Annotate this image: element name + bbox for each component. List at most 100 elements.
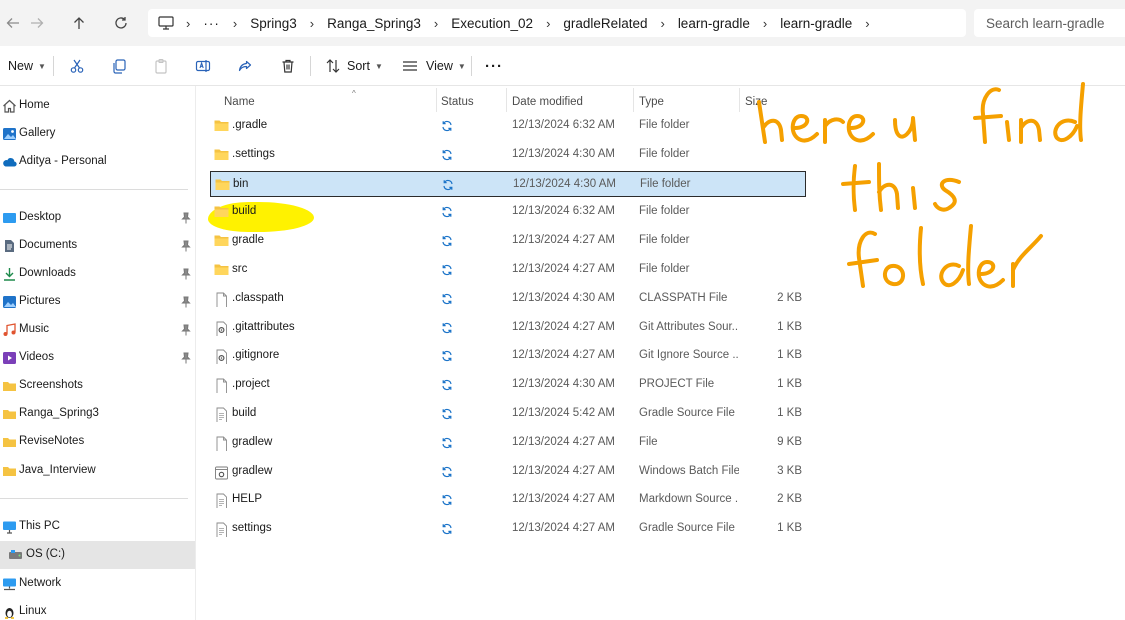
column-divider[interactable] xyxy=(436,88,437,112)
settings-file-icon xyxy=(216,349,227,365)
file-name[interactable]: .project xyxy=(232,378,270,390)
file-row[interactable]: settings 12/13/2024 4:27 AM Gradle Source … xyxy=(210,516,806,542)
file-row[interactable]: gradlew 12/13/2024 4:27 AM Windows Batch F… xyxy=(210,459,806,485)
breadcrumb-item[interactable]: Ranga_Spring3 xyxy=(327,16,421,31)
sidebar-item-desktop[interactable]: Desktop xyxy=(0,204,195,232)
sidebar-item-music[interactable]: Music xyxy=(0,316,195,344)
file-row[interactable]: .gradle 12/13/2024 6:32 AM File folder xyxy=(210,113,806,139)
file-row[interactable]: src 12/13/2024 4:27 AM File folder xyxy=(210,257,806,283)
forward-arrow-icon[interactable] xyxy=(24,10,50,36)
sync-status-icon xyxy=(442,437,452,448)
sidebar-item-home[interactable]: Home xyxy=(0,92,195,120)
sync-status-icon xyxy=(442,264,452,276)
sidebar-item-videos[interactable]: Videos xyxy=(0,344,195,372)
refresh-icon[interactable] xyxy=(108,10,134,36)
file-name[interactable]: bin xyxy=(233,178,248,190)
column-header-label: Status xyxy=(441,96,474,108)
file-name[interactable]: build xyxy=(232,205,256,217)
file-row-selected[interactable]: bin 12/13/2024 4:30 AM File folder xyxy=(210,170,806,197)
breadcrumb-item[interactable]: Execution_02 xyxy=(451,16,533,31)
file-name[interactable]: src xyxy=(232,263,247,275)
sidebar-item-pictures[interactable]: Pictures xyxy=(0,288,195,316)
sidebar-item-onedrive[interactable]: Aditya - Personal xyxy=(0,148,195,176)
file-row[interactable]: build 12/13/2024 6:32 AM File folder xyxy=(210,199,806,225)
up-arrow-icon[interactable] xyxy=(66,10,92,36)
folder-icon xyxy=(215,179,230,190)
file-row[interactable]: .classpath 12/13/2024 4:30 AM CLASSPATH Fi… xyxy=(210,286,806,312)
file-row[interactable]: .project 12/13/2024 4:30 AM PROJECT File 1 … xyxy=(210,372,806,398)
delete-button[interactable] xyxy=(280,54,296,78)
sidebar-item-revisenotes[interactable]: ReviseNotes xyxy=(0,428,195,456)
copy-button[interactable] xyxy=(111,54,127,78)
column-divider[interactable] xyxy=(739,88,740,112)
file-row[interactable]: gradle 12/13/2024 4:27 AM File folder xyxy=(210,228,806,254)
sidebar-item-documents[interactable]: Documents xyxy=(0,232,195,260)
sidebar-item-label: Ranga_Spring3 xyxy=(19,407,99,419)
file-row[interactable]: HELP 12/13/2024 4:27 AM Markdown Source ..… xyxy=(210,487,806,513)
file-name[interactable]: .classpath xyxy=(232,292,284,304)
share-button[interactable] xyxy=(237,54,253,78)
pin-icon[interactable] xyxy=(181,268,191,280)
breadcrumb-overflow[interactable]: ··· xyxy=(203,16,220,31)
file-name[interactable]: HELP xyxy=(232,493,262,505)
column-header-type[interactable]: Type xyxy=(639,91,739,113)
file-row[interactable]: .gitignore 12/13/2024 4:27 AM Git Ignore S… xyxy=(210,343,806,369)
file-name[interactable]: .gitignore xyxy=(232,349,279,361)
pin-icon[interactable] xyxy=(181,240,191,252)
column-header-name[interactable]: ^ Name xyxy=(224,89,434,113)
pin-icon[interactable] xyxy=(181,324,191,336)
file-name[interactable]: build xyxy=(232,407,256,419)
search-input[interactable]: Search learn-gradle xyxy=(974,9,1125,37)
column-divider[interactable] xyxy=(506,88,507,112)
cut-button[interactable] xyxy=(69,54,85,78)
more-options-button[interactable]: ··· xyxy=(485,54,503,78)
sort-button[interactable]: Sort ▼ xyxy=(325,54,383,78)
new-button[interactable]: New ▼ xyxy=(8,54,46,78)
sidebar-item-network[interactable]: Network xyxy=(0,570,195,598)
sidebar-item-screenshots[interactable]: Screenshots xyxy=(0,372,195,400)
sidebar-item-this-pc[interactable]: This PC xyxy=(0,513,195,541)
pin-icon[interactable] xyxy=(181,352,191,364)
sort-ascending-icon: ^ xyxy=(352,89,356,98)
breadcrumb-item-current[interactable]: learn-gradle xyxy=(780,16,852,31)
column-header-status[interactable]: Status xyxy=(441,91,501,113)
downloads-icon xyxy=(4,268,15,281)
pin-icon[interactable] xyxy=(181,212,191,224)
chevron-right-icon[interactable]: › xyxy=(865,16,869,31)
breadcrumb-item[interactable]: gradleRelated xyxy=(563,16,647,31)
breadcrumb-item[interactable]: Spring3 xyxy=(250,16,297,31)
file-name[interactable]: settings xyxy=(232,522,272,534)
breadcrumb-item[interactable]: learn-gradle xyxy=(678,16,750,31)
file-size: 1 KB xyxy=(777,349,802,362)
file-row[interactable]: .settings 12/13/2024 4:30 AM File folder xyxy=(210,142,806,168)
view-button[interactable]: View ▼ xyxy=(402,54,466,78)
file-size: 1 KB xyxy=(777,407,802,419)
sidebar-item-linux[interactable]: Linux xyxy=(0,598,195,620)
navigation-pane: Home Gallery Aditya - Personal Desktop D… xyxy=(0,86,196,620)
sidebar-item-os-c[interactable]: OS (C:) xyxy=(0,541,195,569)
breadcrumb[interactable]: › ··· › Spring3 › Ranga_Spring3 › Execut… xyxy=(148,9,966,37)
rename-button[interactable] xyxy=(195,54,211,78)
sidebar-item-java-interview[interactable]: Java_Interview xyxy=(0,457,195,485)
sidebar-item-downloads[interactable]: Downloads xyxy=(0,260,195,288)
drive-icon xyxy=(9,550,22,559)
sync-status-icon xyxy=(442,466,452,477)
file-row[interactable]: gradlew 12/13/2024 4:27 AM File 9 KB xyxy=(210,430,806,456)
column-header-date[interactable]: Date modified xyxy=(512,91,632,113)
file-row[interactable]: .gitattributes 12/13/2024 4:27 AM Git Attr… xyxy=(210,315,806,341)
pin-icon[interactable] xyxy=(181,296,191,308)
file-name[interactable]: gradlew xyxy=(232,465,272,477)
sidebar-item-gallery[interactable]: Gallery xyxy=(0,120,195,148)
file-row[interactable]: build 12/13/2024 5:42 AM Gradle Source Fil… xyxy=(210,401,806,427)
file-type: CLASSPATH File xyxy=(639,291,728,304)
file-name[interactable]: .gradle xyxy=(232,119,267,131)
file-name[interactable]: .settings xyxy=(232,148,275,160)
paste-button[interactable] xyxy=(153,54,169,78)
back-arrow-icon[interactable] xyxy=(0,10,26,36)
column-divider[interactable] xyxy=(633,88,634,112)
file-name[interactable]: gradle xyxy=(232,234,264,246)
handwritten-annotation xyxy=(757,82,1085,289)
file-name[interactable]: .gitattributes xyxy=(232,321,295,333)
file-name[interactable]: gradlew xyxy=(232,436,272,448)
sidebar-item-ranga-spring3[interactable]: Ranga_Spring3 xyxy=(0,400,195,428)
